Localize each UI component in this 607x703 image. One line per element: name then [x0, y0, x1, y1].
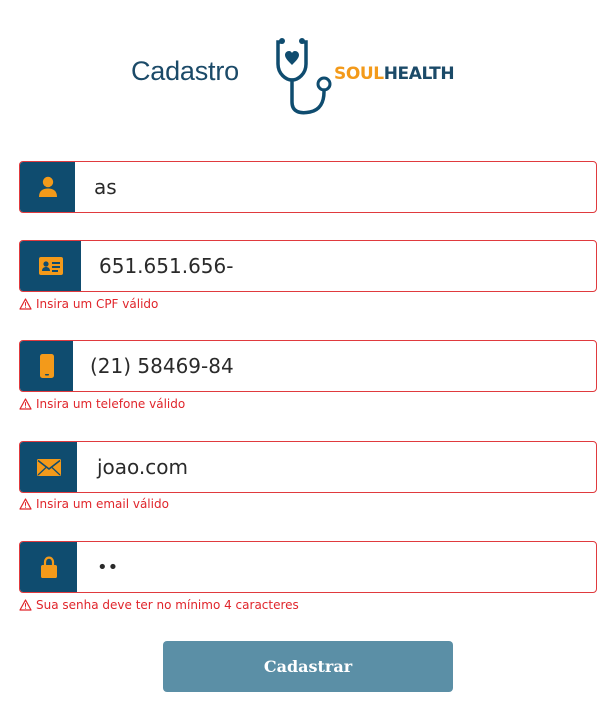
phone-field-addon — [20, 341, 73, 391]
password-error: Sua senha deve ter no mínimo 4 caractere… — [19, 597, 299, 613]
email-input[interactable]: joao.com — [97, 442, 188, 492]
phone-input[interactable]: (21) 58469-84 — [90, 341, 234, 391]
phone-error-text: Insira um telefone válido — [36, 397, 186, 411]
password-field[interactable]: •• — [19, 541, 597, 593]
cpf-error-text: Insira um CPF válido — [36, 297, 159, 311]
password-input[interactable]: •• — [97, 542, 118, 592]
email-field-addon — [20, 442, 77, 492]
warning-icon — [19, 498, 32, 510]
id-card-icon — [38, 257, 63, 275]
stethoscope-logo-icon — [276, 38, 332, 115]
name-field-addon — [20, 162, 75, 212]
cpf-field-addon — [20, 241, 81, 291]
password-error-text: Sua senha deve ter no mínimo 4 caractere… — [36, 598, 299, 612]
page-title: Cadastro — [131, 56, 239, 86]
cpf-error: Insira um CPF válido — [19, 296, 158, 312]
name-input[interactable]: as — [94, 162, 117, 212]
password-field-addon — [20, 542, 77, 592]
brand-name: SOULHEALTH — [334, 64, 455, 84]
warning-icon — [19, 398, 32, 410]
phone-field[interactable]: (21) 58469-84 — [19, 340, 597, 392]
header: Cadastro SOULHEALTH — [0, 34, 607, 118]
user-icon — [38, 176, 57, 197]
warning-icon — [19, 599, 32, 611]
phone-icon — [39, 354, 54, 378]
warning-icon — [19, 298, 32, 310]
name-field[interactable]: as — [19, 161, 597, 213]
phone-error: Insira um telefone válido — [19, 396, 185, 412]
email-error: Insira um email válido — [19, 496, 169, 512]
email-field[interactable]: joao.com — [19, 441, 597, 493]
brand-soul: SOUL — [334, 64, 384, 84]
lock-icon — [40, 556, 57, 578]
brand-health: HEALTH — [383, 64, 455, 84]
cadastrar-button[interactable]: Cadastrar — [163, 641, 453, 692]
envelope-icon — [36, 458, 61, 476]
cpf-input[interactable]: 651.651.656- — [99, 241, 233, 291]
email-error-text: Insira um email válido — [36, 497, 169, 511]
cpf-field[interactable]: 651.651.656- — [19, 240, 597, 292]
